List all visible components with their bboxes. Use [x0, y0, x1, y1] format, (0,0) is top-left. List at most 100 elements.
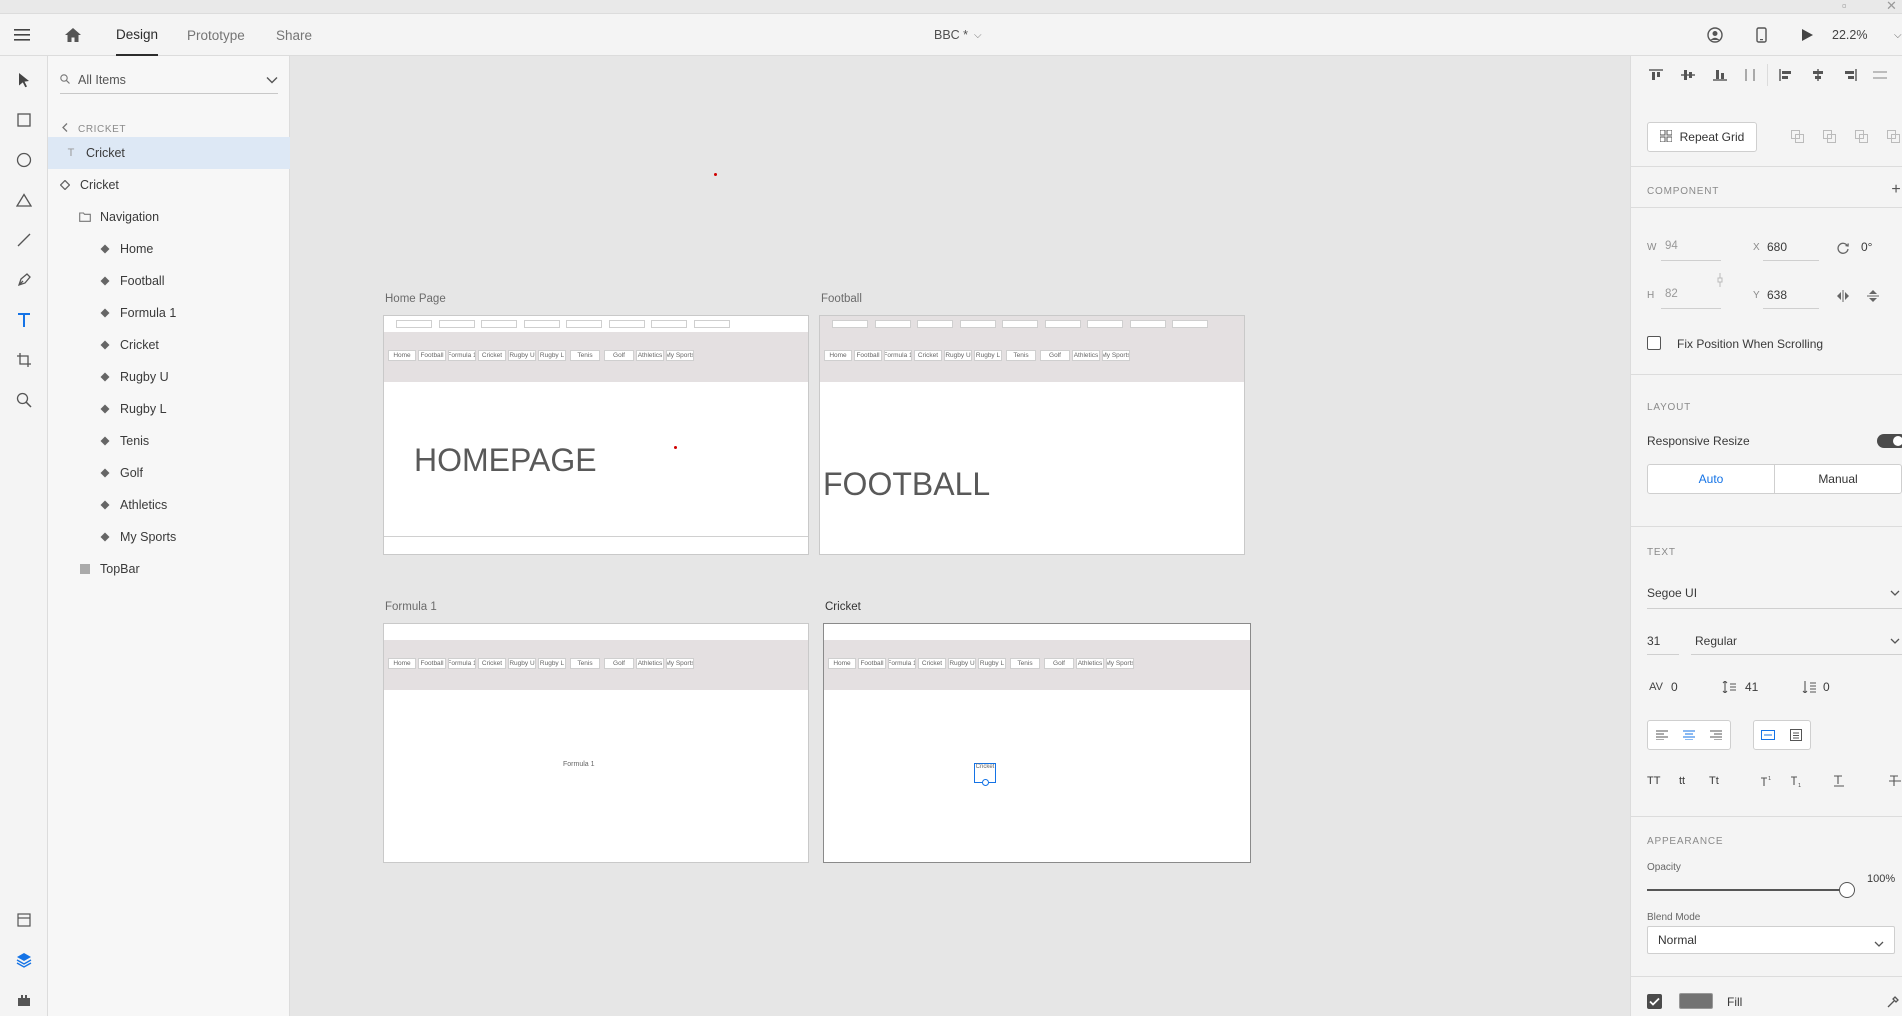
rectangle-tool-icon[interactable]: [12, 108, 36, 132]
mini-nav-item[interactable]: Rugby U: [944, 350, 972, 361]
layer-row-rugby-u[interactable]: Rugby U: [48, 361, 290, 393]
paragraph-spacing-field[interactable]: 0: [1823, 680, 1830, 694]
chevron-down-icon[interactable]: [1889, 636, 1901, 646]
mini-nav-item[interactable]: Rugby L: [538, 658, 566, 669]
eyedropper-icon[interactable]: [1885, 994, 1901, 1010]
align-center-icon[interactable]: [1809, 66, 1827, 84]
artboard-title-home-page[interactable]: Home Page: [385, 293, 446, 305]
mini-nav-item[interactable]: Football: [418, 350, 446, 361]
area-text-icon[interactable]: [1782, 729, 1810, 741]
font-size-field[interactable]: 31: [1647, 634, 1660, 648]
y-field[interactable]: 638: [1767, 288, 1787, 302]
mini-nav-item[interactable]: Formula 1: [888, 658, 916, 669]
responsive-resize-toggle[interactable]: [1877, 434, 1902, 448]
subscript-icon[interactable]: 1: [1789, 774, 1805, 788]
chevron-down-icon[interactable]: [266, 73, 278, 87]
titlecase-button[interactable]: Tt: [1709, 775, 1719, 787]
mini-nav-item[interactable]: Formula 1: [884, 350, 912, 361]
zoom-tool-icon[interactable]: [12, 388, 36, 412]
align-bottom-icon[interactable]: [1711, 66, 1729, 84]
underline-icon[interactable]: [1831, 774, 1847, 788]
mini-nav-item[interactable]: My Sports: [1106, 658, 1134, 669]
mini-nav-item[interactable]: Rugby L: [978, 658, 1006, 669]
layer-row-home[interactable]: Home: [48, 233, 290, 265]
mini-nav-item[interactable]: Football: [858, 658, 886, 669]
text-align-left-icon[interactable]: [1648, 730, 1675, 740]
layer-row-tenis[interactable]: Tenis: [48, 425, 290, 457]
line-tool-icon[interactable]: [12, 228, 36, 252]
boolean-subtract-icon[interactable]: [1821, 128, 1837, 144]
opacity-slider-handle[interactable]: [1839, 882, 1855, 898]
plugins-panel-icon[interactable]: [12, 988, 36, 1012]
ellipse-tool-icon[interactable]: [12, 148, 36, 172]
flip-horizontal-icon[interactable]: [1835, 289, 1851, 303]
mini-nav-item[interactable]: Rugby L: [538, 350, 566, 361]
tab-design[interactable]: Design: [116, 14, 159, 56]
polygon-tool-icon[interactable]: [12, 188, 36, 212]
mini-nav-item[interactable]: Home: [824, 350, 852, 361]
artboard-heading[interactable]: Formula 1: [563, 761, 595, 768]
chevron-left-icon[interactable]: [62, 123, 68, 135]
font-weight-select[interactable]: Regular: [1695, 634, 1737, 648]
chevron-down-icon[interactable]: [1889, 588, 1901, 598]
layer-row-athletics[interactable]: Athletics: [48, 489, 290, 521]
blend-mode-select[interactable]: Normal: [1647, 926, 1895, 954]
mini-nav-item[interactable]: Rugby U: [948, 658, 976, 669]
distribute-horizontal-icon[interactable]: [1871, 66, 1889, 84]
layer-row-topbar[interactable]: TopBar: [48, 553, 290, 585]
hamburger-menu-icon[interactable]: [14, 14, 30, 56]
user-account-icon[interactable]: [1707, 14, 1723, 56]
home-icon[interactable]: [64, 14, 82, 56]
line-spacing-field[interactable]: 41: [1745, 680, 1758, 694]
mini-nav-item[interactable]: Football: [854, 350, 882, 361]
layer-row-golf[interactable]: Golf: [48, 457, 290, 489]
align-left-icon[interactable]: [1777, 66, 1795, 84]
mini-nav-item[interactable]: Cricket: [914, 350, 942, 361]
mini-nav-item[interactable]: Formula 1: [448, 658, 476, 669]
mini-nav-item[interactable]: Athletics: [636, 658, 664, 669]
resize-handle-icon[interactable]: [982, 779, 989, 786]
play-preview-icon[interactable]: [1801, 14, 1814, 56]
mini-nav-item[interactable]: Formula 1: [448, 350, 476, 361]
zoom-chevron-icon[interactable]: ⌵: [1894, 14, 1902, 56]
layer-row-rugby-l[interactable]: Rugby L: [48, 393, 290, 425]
mini-nav-item[interactable]: Home: [388, 350, 416, 361]
fix-position-checkbox[interactable]: [1647, 336, 1661, 350]
mini-nav-item[interactable]: Tenis: [1006, 350, 1036, 361]
pen-tool-icon[interactable]: [12, 268, 36, 292]
layers-panel-icon[interactable]: [12, 948, 36, 972]
artboard-title-formula-1[interactable]: Formula 1: [385, 601, 437, 613]
align-right-icon[interactable]: [1841, 66, 1859, 84]
mini-nav-item[interactable]: Golf: [604, 350, 634, 361]
layer-row-formula-1[interactable]: Formula 1: [48, 297, 290, 329]
layers-search[interactable]: All Items: [60, 66, 278, 94]
mini-nav-item[interactable]: Tenis: [570, 350, 600, 361]
artboard-title-football[interactable]: Football: [821, 293, 862, 305]
document-title[interactable]: BBC * ⌵: [934, 14, 982, 56]
point-text-icon[interactable]: [1754, 730, 1782, 740]
boolean-exclude-icon[interactable]: [1885, 128, 1901, 144]
fill-color-swatch[interactable]: [1679, 993, 1713, 1009]
boolean-add-icon[interactable]: [1789, 128, 1805, 144]
artboard-title-cricket[interactable]: Cricket: [825, 601, 861, 613]
layers-breadcrumb[interactable]: CRICKET: [62, 120, 126, 138]
artboard-home-page[interactable]: HOMEPAGE Home Football Formula 1 Cricket Rug…: [383, 315, 809, 555]
artboard-formula-1[interactable]: Formula 1 Home Football Formula 1 Cricket Ru…: [383, 623, 809, 863]
artboard-tool-icon[interactable]: [12, 348, 36, 372]
design-canvas[interactable]: Home Page HOMEPAGE Home Football Formula 1…: [290, 56, 1630, 1016]
mini-nav-item[interactable]: Rugby U: [508, 658, 536, 669]
align-top-icon[interactable]: [1647, 66, 1665, 84]
boolean-intersect-icon[interactable]: [1853, 128, 1869, 144]
mini-nav-item[interactable]: My Sports: [1102, 350, 1130, 361]
rotation-field[interactable]: 0°: [1861, 240, 1872, 254]
flip-vertical-icon[interactable]: [1865, 289, 1881, 303]
zoom-level[interactable]: 22.2%: [1832, 14, 1867, 56]
artboard-heading[interactable]: HOMEPAGE: [414, 442, 597, 479]
mini-nav-item[interactable]: Athletics: [1072, 350, 1100, 361]
device-preview-icon[interactable]: [1756, 14, 1767, 56]
mini-nav-item[interactable]: Football: [418, 658, 446, 669]
assets-panel-icon[interactable]: [12, 908, 36, 932]
mini-nav-item[interactable]: Athletics: [636, 350, 664, 361]
mini-nav-item[interactable]: Home: [828, 658, 856, 669]
strikethrough-icon[interactable]: [1887, 774, 1902, 788]
